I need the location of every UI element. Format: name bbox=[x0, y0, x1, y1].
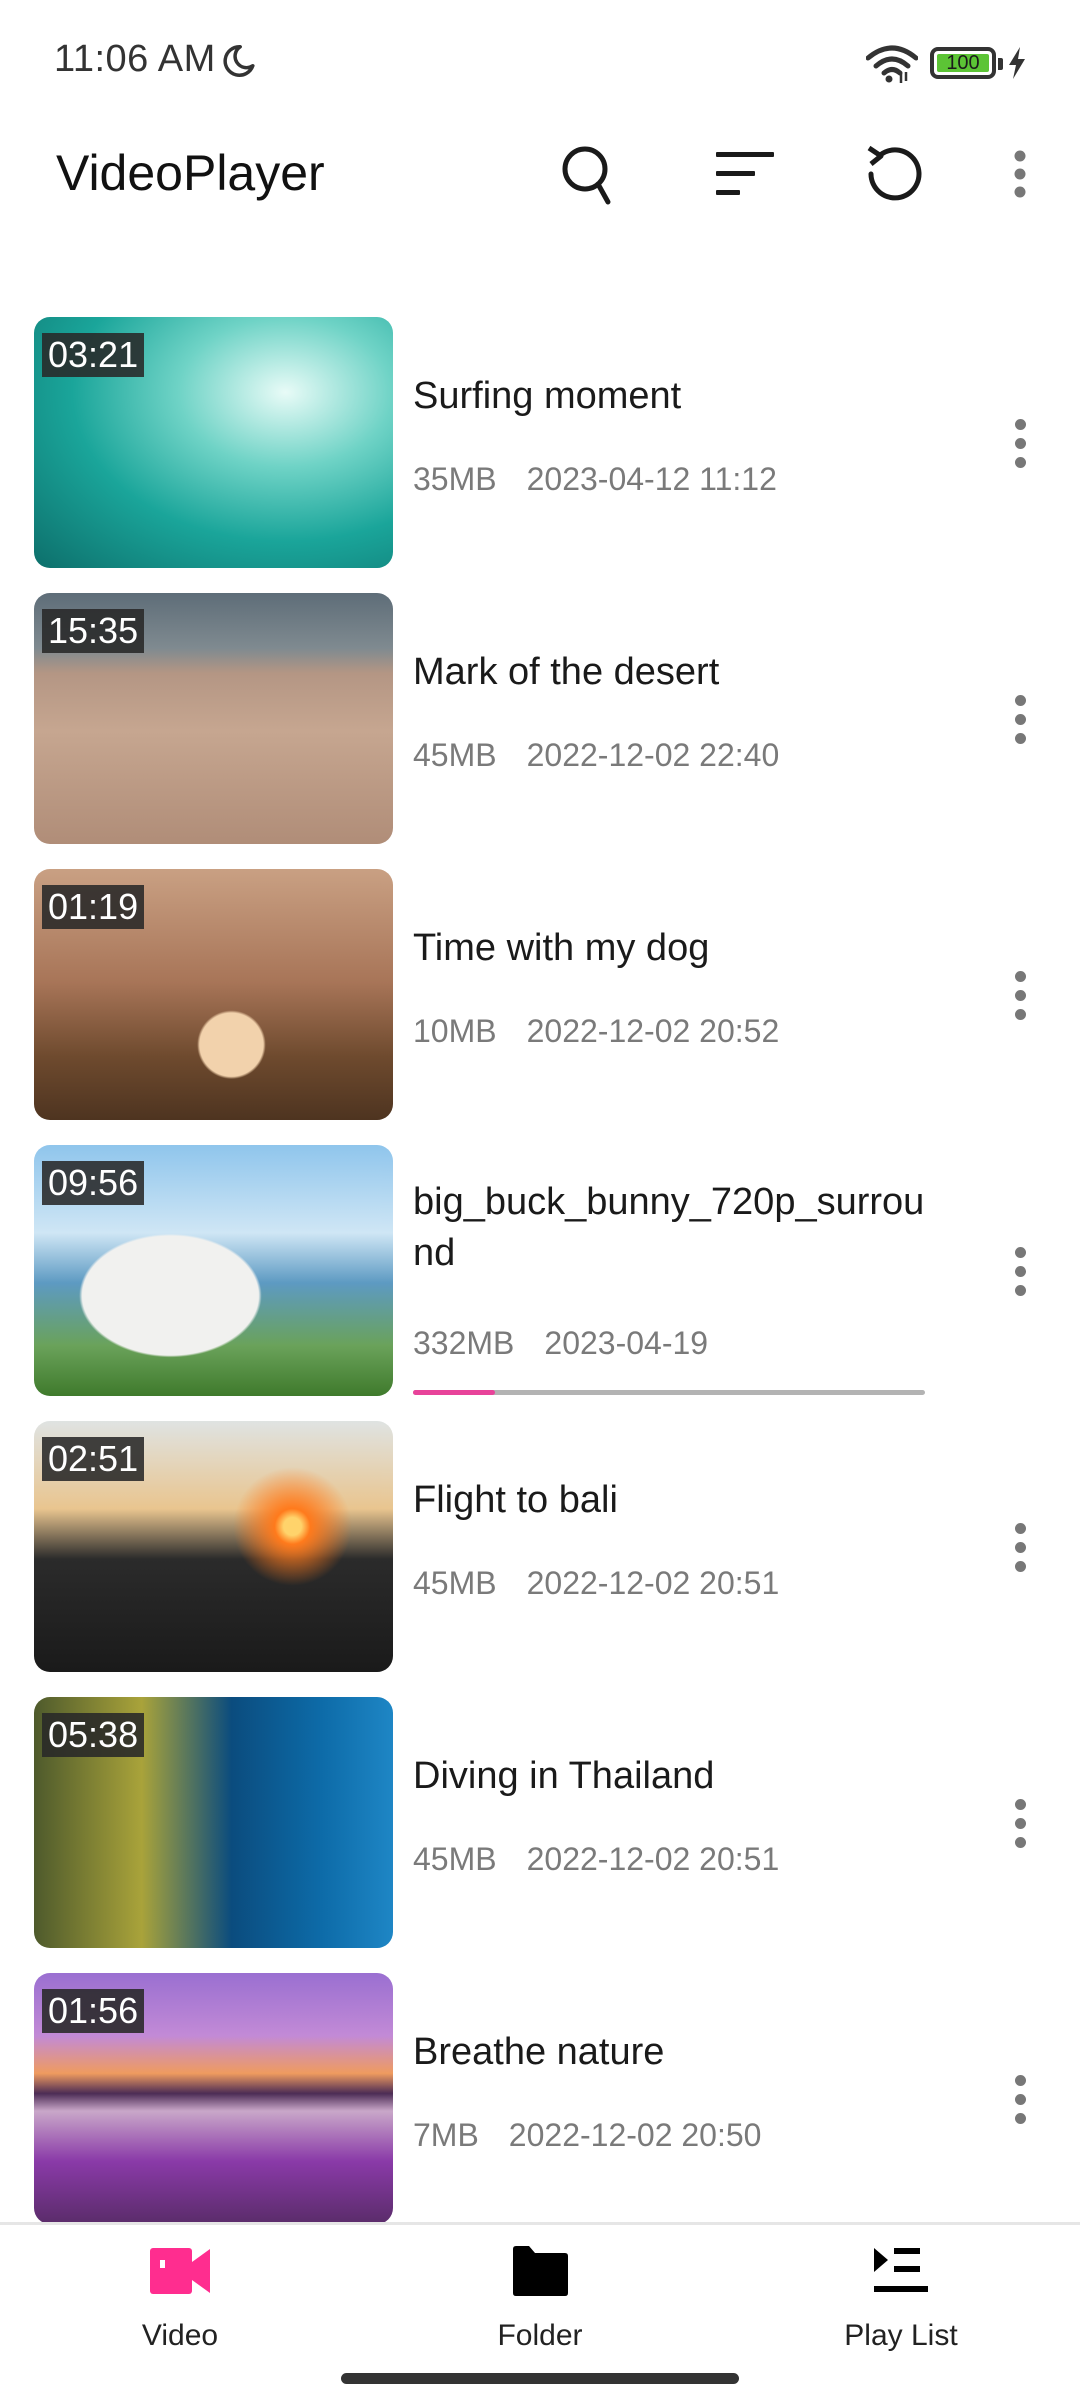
video-size: 10MB bbox=[413, 1013, 497, 1049]
video-list-item[interactable]: 02:51 Flight to bali 45MB 2022-12-02 20:5… bbox=[0, 1409, 1080, 1685]
video-list-item[interactable]: 09:56 big_buck_bunny_720p_surround 332MB… bbox=[0, 1133, 1080, 1409]
status-time: 11:06 AM bbox=[54, 38, 216, 80]
wifi-icon bbox=[866, 45, 918, 83]
duration-badge: 09:56 bbox=[42, 1161, 145, 1205]
video-thumbnail[interactable]: 05:38 bbox=[34, 1697, 393, 1948]
charging-bolt-icon bbox=[1009, 47, 1025, 79]
video-meta: 7MB 2022-12-02 20:50 bbox=[413, 2117, 761, 2154]
more-vert-icon bbox=[1014, 150, 1026, 198]
refresh-icon bbox=[867, 145, 922, 201]
item-more-button[interactable] bbox=[996, 1783, 1044, 1863]
refresh-button[interactable] bbox=[855, 134, 935, 214]
home-indicator[interactable] bbox=[341, 2373, 739, 2384]
video-date: 2023-04-19 bbox=[544, 1325, 709, 1361]
battery-icon: 100 bbox=[930, 47, 996, 79]
video-date: 2022-12-02 20:52 bbox=[526, 1013, 780, 1049]
video-thumbnail[interactable]: 02:51 bbox=[34, 1421, 393, 1672]
video-size: 35MB bbox=[413, 461, 497, 497]
video-title[interactable]: Diving in Thailand bbox=[413, 1751, 933, 1802]
battery-level: 100 bbox=[937, 53, 989, 73]
item-more-button[interactable] bbox=[996, 679, 1044, 759]
video-meta: 45MB 2022-12-02 20:51 bbox=[413, 1841, 779, 1878]
video-list-item[interactable]: 01:19 Time with my dog 10MB 2022-12-02 20… bbox=[0, 857, 1080, 1133]
search-icon bbox=[562, 146, 611, 205]
video-size: 332MB bbox=[413, 1325, 515, 1361]
video-meta: 332MB 2023-04-19 bbox=[413, 1325, 708, 1362]
video-date: 2022-12-02 20:51 bbox=[526, 1565, 780, 1601]
video-list-item[interactable]: 05:38 Diving in Thailand 45MB 2022-12-02 … bbox=[0, 1685, 1080, 1961]
video-title[interactable]: Breathe nature bbox=[413, 2027, 933, 2078]
video-camera-icon bbox=[150, 2248, 210, 2294]
video-size: 45MB bbox=[413, 1841, 497, 1877]
video-thumbnail[interactable]: 15:35 bbox=[34, 593, 393, 844]
video-title[interactable]: Mark of the desert bbox=[413, 647, 933, 698]
app-title: VideoPlayer bbox=[56, 145, 325, 201]
folder-icon bbox=[513, 2246, 568, 2296]
more-options-button[interactable] bbox=[980, 134, 1060, 214]
status-bar: 11:06 AM 100 bbox=[0, 0, 1080, 120]
video-list-item[interactable]: 01:56 Breathe nature 7MB 2022-12-02 20:50 bbox=[0, 1961, 1080, 2237]
playlist-icon bbox=[874, 2248, 928, 2292]
watch-progress-bar bbox=[413, 1390, 925, 1395]
duration-badge: 05:38 bbox=[42, 1713, 145, 1757]
video-meta: 45MB 2022-12-02 22:40 bbox=[413, 737, 779, 774]
video-title[interactable]: Flight to bali bbox=[413, 1475, 933, 1526]
video-title[interactable]: big_buck_bunny_720p_surround bbox=[413, 1177, 943, 1279]
video-thumbnail[interactable]: 01:56 bbox=[34, 1973, 393, 2224]
duration-badge: 01:19 bbox=[42, 885, 145, 929]
video-thumbnail[interactable]: 09:56 bbox=[34, 1145, 393, 1396]
video-thumbnail[interactable]: 03:21 bbox=[34, 317, 393, 568]
battery-nub bbox=[998, 58, 1003, 70]
item-more-button[interactable] bbox=[996, 1507, 1044, 1587]
duration-badge: 15:35 bbox=[42, 609, 145, 653]
video-list-item[interactable]: 15:35 Mark of the desert 45MB 2022-12-02 … bbox=[0, 581, 1080, 857]
video-meta: 45MB 2022-12-02 20:51 bbox=[413, 1565, 779, 1602]
video-meta: 35MB 2023-04-12 11:12 bbox=[413, 461, 777, 498]
video-thumbnail[interactable]: 01:19 bbox=[34, 869, 393, 1120]
video-date: 2022-12-02 22:40 bbox=[526, 737, 780, 773]
video-title[interactable]: Time with my dog bbox=[413, 923, 933, 974]
video-date: 2023-04-12 11:12 bbox=[526, 461, 777, 497]
item-more-button[interactable] bbox=[996, 1231, 1044, 1311]
item-more-button[interactable] bbox=[996, 2059, 1044, 2139]
item-more-button[interactable] bbox=[996, 955, 1044, 1035]
app-bar: VideoPlayer bbox=[0, 120, 1080, 230]
video-title[interactable]: Surfing moment bbox=[413, 371, 933, 422]
sort-button[interactable] bbox=[705, 134, 785, 214]
video-size: 45MB bbox=[413, 737, 497, 773]
video-size: 45MB bbox=[413, 1565, 497, 1601]
duration-badge: 01:56 bbox=[42, 1989, 145, 2033]
video-date: 2022-12-02 20:50 bbox=[508, 2117, 762, 2153]
nav-item-folder[interactable]: Folder bbox=[420, 2239, 660, 2359]
video-meta: 10MB 2022-12-02 20:52 bbox=[413, 1013, 779, 1050]
item-more-button[interactable] bbox=[996, 403, 1044, 483]
nav-label: Play List bbox=[844, 2319, 958, 2352]
video-date: 2022-12-02 20:51 bbox=[526, 1841, 780, 1877]
nav-item-playlist[interactable]: Play List bbox=[781, 2239, 1021, 2359]
duration-badge: 02:51 bbox=[42, 1437, 145, 1481]
video-list-item[interactable]: 03:21 Surfing moment 35MB 2023-04-12 11:1… bbox=[0, 305, 1080, 581]
nav-label: Video bbox=[141, 2319, 219, 2352]
duration-badge: 03:21 bbox=[42, 333, 145, 377]
video-size: 7MB bbox=[413, 2117, 479, 2153]
nav-item-video[interactable]: Video bbox=[60, 2239, 300, 2359]
moon-icon bbox=[223, 45, 255, 77]
watch-progress-fill bbox=[413, 1390, 495, 1395]
video-list: 03:21 Surfing moment 35MB 2023-04-12 11:1… bbox=[0, 305, 1080, 2237]
nav-label: Folder bbox=[497, 2319, 583, 2352]
sort-icon bbox=[716, 152, 774, 195]
search-button[interactable] bbox=[549, 134, 629, 214]
